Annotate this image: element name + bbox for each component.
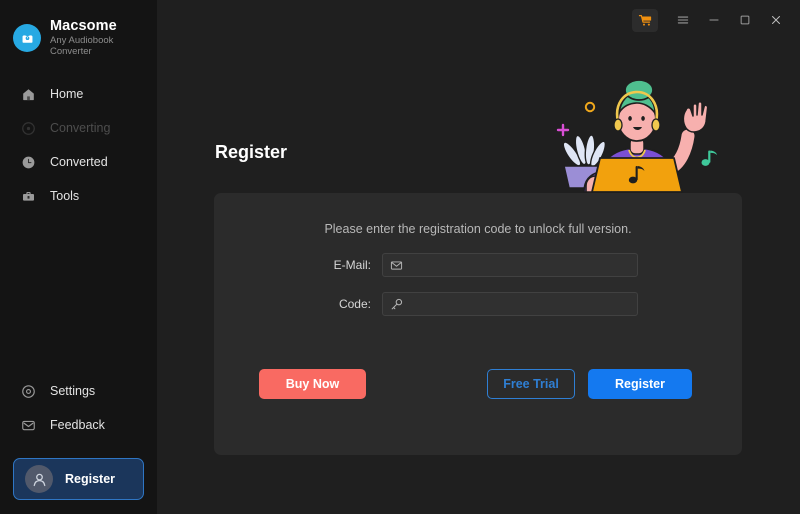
sidebar: Macsome Any Audiobook Converter Home Con… (0, 0, 157, 514)
close-icon[interactable] (761, 7, 791, 33)
code-row: Code: (214, 292, 742, 316)
sidebar-item-label: Tools (50, 189, 80, 203)
feedback-icon (20, 417, 37, 434)
main-content: Register Please enter the registration c… (157, 0, 800, 514)
email-input[interactable] (409, 255, 637, 275)
email-label: E-Mail: (333, 258, 371, 272)
sidebar-nav-primary: Home Converting Converted Tools (0, 77, 157, 213)
sidebar-item-label: Converted (50, 155, 108, 169)
email-row: E-Mail: (214, 253, 742, 277)
cart-icon[interactable] (632, 8, 658, 32)
menu-icon[interactable] (668, 7, 698, 33)
gear-icon (20, 383, 37, 400)
code-label: Code: (338, 297, 371, 311)
code-field[interactable] (382, 292, 638, 316)
home-icon (20, 86, 37, 103)
register-button[interactable]: Register (588, 369, 692, 399)
user-avatar-icon (25, 465, 53, 493)
page-title: Register (215, 142, 288, 162)
audiobook-logo-icon (13, 24, 41, 52)
register-actions: Buy Now Free Trial Register (214, 369, 742, 399)
sidebar-item-home[interactable]: Home (0, 77, 157, 111)
brand-name: Macsome (50, 17, 117, 34)
register-panel: Please enter the registration code to un… (214, 193, 742, 455)
sidebar-item-converting[interactable]: Converting (0, 111, 157, 145)
code-input[interactable] (409, 294, 637, 314)
app-window: Macsome Any Audiobook Converter Home Con… (0, 0, 800, 514)
sidebar-item-settings[interactable]: Settings (0, 374, 157, 408)
titlebar (157, 0, 800, 40)
clock-icon (20, 154, 37, 171)
email-field[interactable] (382, 253, 638, 277)
sidebar-item-label: Feedback (50, 418, 105, 432)
sidebar-item-label: Settings (50, 384, 96, 398)
free-trial-button[interactable]: Free Trial (487, 369, 575, 399)
maximize-icon[interactable] (730, 7, 760, 33)
register-form: E-Mail: Code: (214, 253, 742, 316)
sidebar-item-converted[interactable]: Converted (0, 145, 157, 179)
person-with-laptop-illustration (542, 79, 732, 195)
sidebar-item-feedback[interactable]: Feedback (0, 408, 157, 442)
brand-subtitle: Any Audiobook Converter (50, 35, 114, 58)
envelope-icon (390, 259, 403, 272)
sidebar-item-register[interactable]: Register (13, 458, 144, 500)
sidebar-register-label: Register (65, 472, 116, 486)
sidebar-item-label: Home (50, 87, 84, 101)
converting-icon (20, 120, 37, 137)
brand: Macsome Any Audiobook Converter (0, 0, 157, 60)
toolbox-icon (20, 188, 37, 205)
buy-now-button[interactable]: Buy Now (259, 369, 366, 399)
sidebar-nav-secondary: Settings Feedback (0, 374, 157, 452)
minimize-icon[interactable] (699, 7, 729, 33)
register-hint: Please enter the registration code to un… (324, 222, 632, 236)
key-icon (390, 298, 403, 311)
sidebar-item-tools[interactable]: Tools (0, 179, 157, 213)
sidebar-item-label: Converting (50, 121, 111, 135)
